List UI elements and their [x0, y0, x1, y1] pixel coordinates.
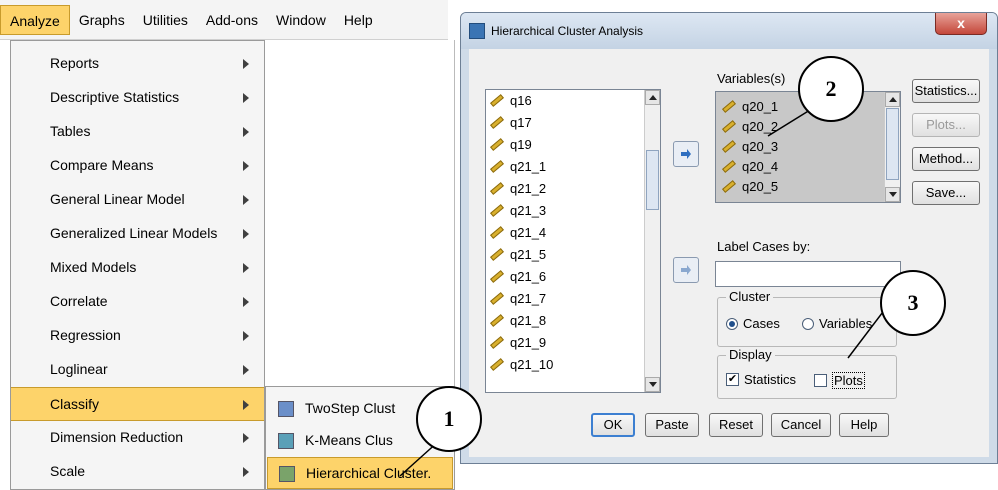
callout-1: 1	[416, 386, 482, 452]
callout-3: 3	[880, 270, 946, 336]
callout-2: 2	[798, 56, 864, 122]
callout-leader-2	[767, 109, 811, 137]
